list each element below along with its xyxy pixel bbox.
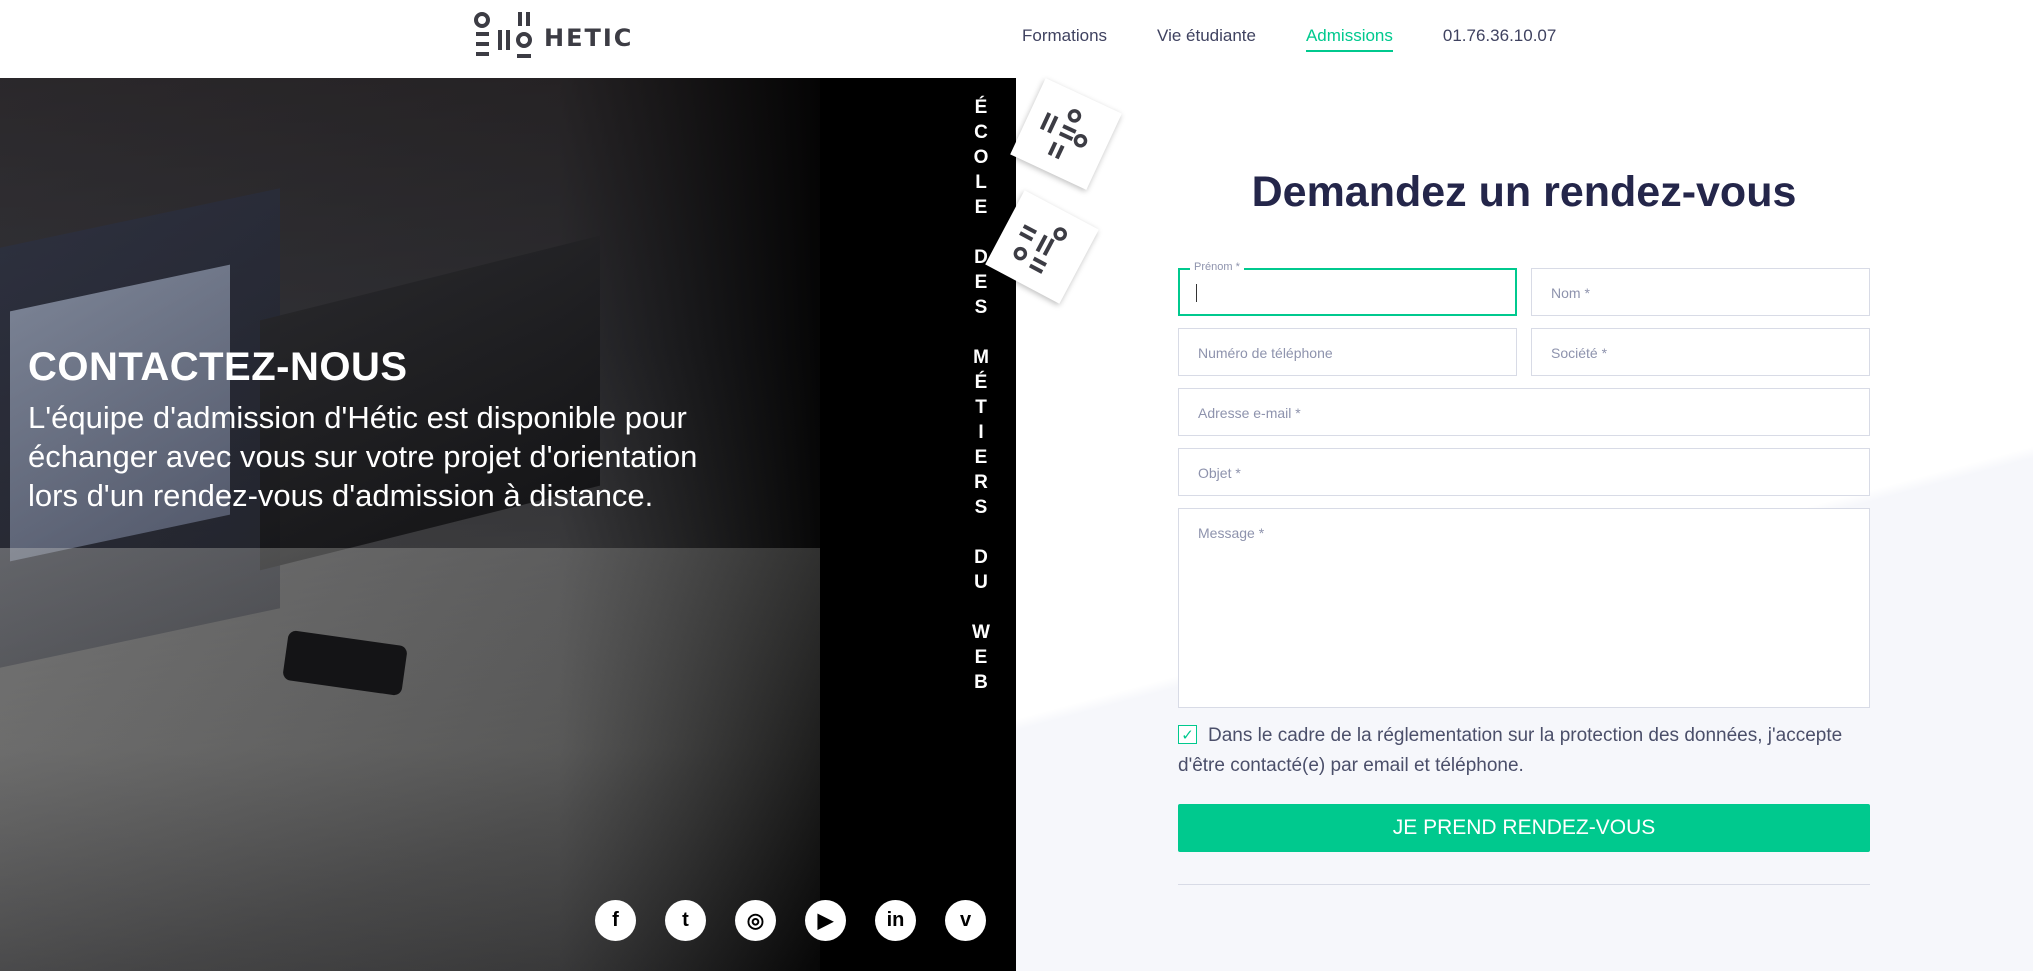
site-header: HETIC Formations Vie étudiante Admission… [0,0,2033,78]
logo-text: HETIC [544,24,634,52]
telephone-field[interactable]: Numéro de téléphone [1178,328,1517,376]
email-placeholder: Adresse e-mail * [1198,405,1301,421]
hero-section [0,78,1016,971]
twitter-icon[interactable]: t [665,900,706,941]
nav-admissions[interactable]: Admissions [1305,26,1393,52]
message-field[interactable]: Message * [1178,508,1870,708]
facebook-icon[interactable]: f [595,900,636,941]
societe-field[interactable]: Société * [1531,328,1870,376]
objet-placeholder: Objet * [1198,465,1241,481]
vertical-tagline: ÉCOLE DES MÉTIERS DU WEB [972,97,990,693]
logo-pattern-icon [1013,224,1067,274]
hetic-logo[interactable]: HETIC [474,10,633,66]
nav-formations[interactable]: Formations [1022,26,1107,52]
prenom-field[interactable]: Prénom * [1178,261,1517,316]
instagram-icon[interactable]: ◎ [735,900,776,941]
nav-phone[interactable]: 01.76.36.10.07 [1443,26,1556,52]
text-caret [1196,284,1197,302]
nom-placeholder: Nom * [1551,285,1590,301]
submit-button[interactable]: JE PREND RENDEZ-VOUS [1178,804,1870,852]
hetic-logo-icon [474,12,532,58]
linkedin-icon[interactable]: in [875,900,916,941]
form-divider [1178,884,1870,885]
consent-text: Dans le cadre de la réglementation sur l… [1178,725,1843,776]
nav-vie-etudiante[interactable]: Vie étudiante [1157,26,1256,52]
hero-description: L'équipe d'admission d'Hétic est disponi… [28,400,698,513]
societe-placeholder: Société * [1551,345,1608,361]
main-nav: Formations Vie étudiante Admissions 01.7… [1022,26,1606,52]
logo-pattern-icon [1039,109,1088,160]
nom-field[interactable]: Nom * [1531,268,1870,316]
youtube-icon[interactable]: ▶ [805,900,846,941]
prenom-label: Prénom * [1190,261,1244,273]
message-placeholder: Message * [1198,525,1265,541]
social-links: f t ◎ ▶ in v [595,900,1015,941]
form-title: Demandez un rendez-vous [1251,168,1797,216]
objet-field[interactable]: Objet * [1178,448,1870,496]
vimeo-icon[interactable]: v [945,900,986,941]
telephone-placeholder: Numéro de téléphone [1198,345,1333,361]
email-field[interactable]: Adresse e-mail * [1178,388,1870,436]
hero-title: CONTACTEZ-NOUS [28,345,408,389]
